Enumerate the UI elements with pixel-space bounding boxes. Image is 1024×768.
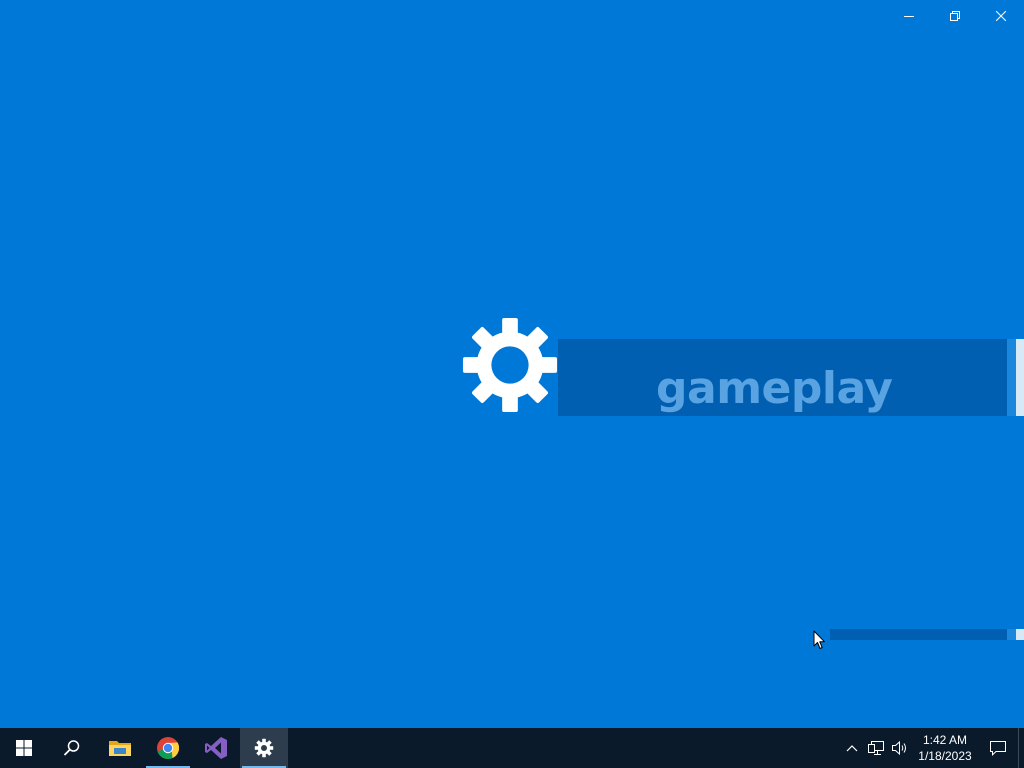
minimize-button[interactable]	[886, 0, 932, 32]
start-button[interactable]	[0, 728, 48, 768]
show-hidden-icons-button[interactable]	[840, 728, 864, 768]
taskbar: 1:42 AM 1/18/2023	[0, 728, 1024, 768]
show-desktop-button[interactable]	[1018, 728, 1024, 768]
clock-date: 1/18/2023	[918, 749, 972, 763]
mouse-cursor-icon	[813, 630, 825, 649]
windows-logo-icon	[16, 740, 32, 756]
splash-banner-edge	[1007, 339, 1016, 416]
splash-banner-edge-highlight	[1016, 339, 1024, 416]
file-explorer-button[interactable]	[96, 728, 144, 768]
system-tray: 1:42 AM 1/18/2023	[840, 728, 1024, 768]
chrome-icon	[157, 737, 179, 759]
restore-button[interactable]	[932, 0, 978, 32]
gear-icon	[254, 738, 274, 758]
settings-button[interactable]	[240, 728, 288, 768]
network-button[interactable]	[864, 728, 888, 768]
window-caption-buttons	[886, 0, 1024, 32]
chevron-up-icon	[846, 745, 858, 752]
visual-studio-button[interactable]	[192, 728, 240, 768]
chrome-button[interactable]	[144, 728, 192, 768]
splash-title: gameplay	[656, 363, 893, 414]
folder-icon	[109, 741, 131, 756]
desktop-screen: gameplay 1:42 AM 1/18/2023	[0, 0, 1024, 768]
close-icon	[996, 11, 1006, 21]
search-button[interactable]	[48, 728, 96, 768]
gear-icon	[462, 317, 558, 413]
search-icon	[63, 740, 80, 756]
loading-progress-bar	[830, 629, 1024, 640]
action-center-icon	[990, 741, 1006, 756]
clock-time: 1:42 AM	[922, 733, 968, 747]
restore-icon	[950, 11, 960, 21]
action-center-button[interactable]	[978, 728, 1018, 768]
progress-bar-segment-highlight	[1016, 629, 1024, 640]
network-icon	[868, 741, 884, 755]
progress-bar-segment	[1007, 629, 1016, 640]
visual-studio-icon	[205, 737, 227, 759]
taskbar-clock[interactable]: 1:42 AM 1/18/2023	[912, 728, 978, 768]
volume-button[interactable]	[888, 728, 912, 768]
close-button[interactable]	[978, 0, 1024, 32]
minimize-icon	[904, 16, 914, 17]
volume-icon	[892, 740, 906, 756]
